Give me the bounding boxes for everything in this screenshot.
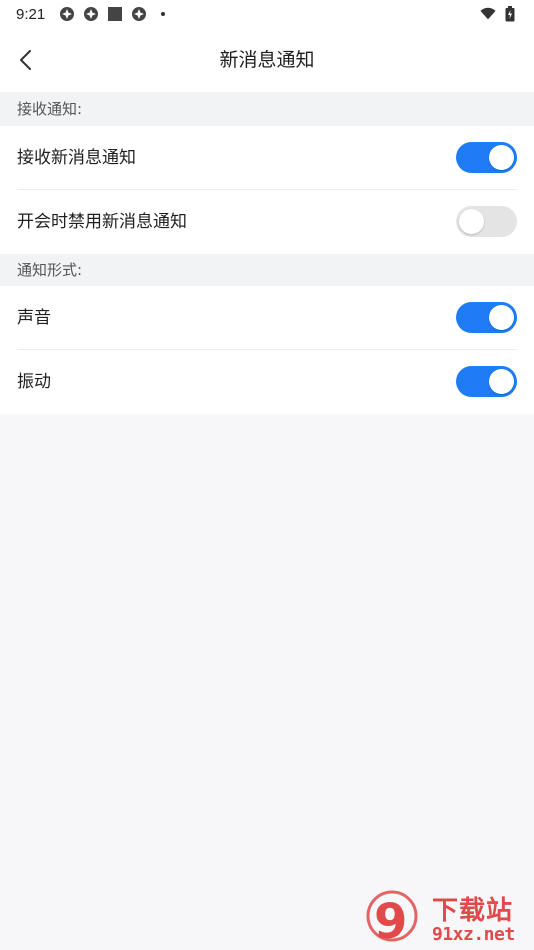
setting-label: 开会时禁用新消息通知 — [17, 212, 187, 232]
watermark-logo: 9 下载站 91xz.net — [362, 888, 534, 950]
setting-row-mute-during-meeting[interactable]: 开会时禁用新消息通知 — [0, 190, 534, 254]
setting-row-vibrate[interactable]: 振动 — [0, 350, 534, 414]
setting-row-sound[interactable]: 声音 — [0, 286, 534, 350]
section-header-notify-form: 通知形式: — [0, 254, 534, 286]
toggle-switch[interactable] — [456, 206, 517, 237]
more-notifications-dot — [161, 12, 166, 16]
status-bar: 9:21 — [0, 0, 534, 28]
section-header-receive: 接收通知: — [0, 92, 534, 126]
logo-icon: 9 — [366, 890, 418, 950]
setting-label: 声音 — [17, 308, 51, 328]
square-icon — [107, 6, 123, 22]
toggle-switch[interactable] — [456, 142, 517, 173]
battery-icon — [502, 6, 518, 22]
toggle-switch[interactable] — [456, 366, 517, 397]
toggle-knob — [489, 305, 514, 330]
toggle-knob — [489, 145, 514, 170]
toggle-switch[interactable] — [456, 302, 517, 333]
setting-row-receive-new-messages[interactable]: 接收新消息通知 — [0, 126, 534, 190]
watermark-domain: 91xz.net — [432, 924, 515, 945]
notification-icon — [131, 6, 147, 22]
notification-icon — [83, 6, 99, 22]
notification-icon — [59, 6, 75, 22]
app-header: 新消息通知 — [0, 28, 534, 92]
setting-label: 接收新消息通知 — [17, 148, 136, 168]
watermark-cn-text: 下载站 — [432, 896, 514, 926]
setting-label: 振动 — [17, 372, 51, 392]
wifi-icon — [480, 6, 496, 22]
status-time: 9:21 — [16, 5, 46, 23]
toggle-knob — [489, 369, 514, 394]
page-title: 新消息通知 — [219, 49, 315, 71]
toggle-knob — [459, 209, 484, 234]
status-icons-left — [59, 6, 166, 22]
svg-text:9: 9 — [374, 894, 407, 950]
status-icons-right — [480, 6, 518, 22]
